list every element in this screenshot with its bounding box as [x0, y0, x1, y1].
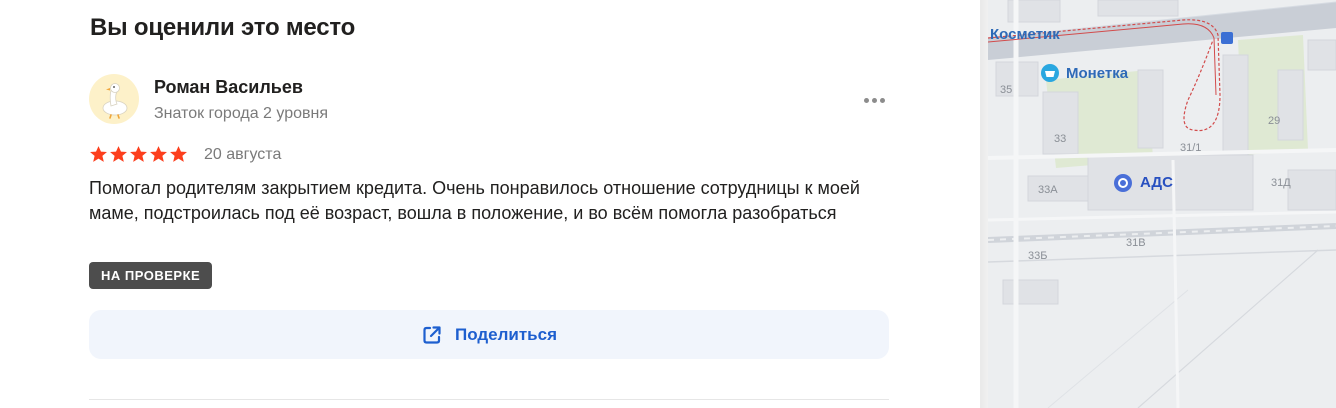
review-text: Помогал родителям закрытием кредита. Оче… — [89, 178, 860, 223]
map-canvas — [988, 0, 1336, 408]
house-number: 31В — [1126, 237, 1146, 249]
house-number: 33 — [1054, 133, 1067, 145]
house-number: 33А — [1038, 184, 1058, 196]
goose-avatar-icon[interactable] — [89, 74, 139, 124]
star-icon — [170, 146, 187, 162]
poi-label-kosmetik[interactable]: Косметик — [990, 26, 1060, 43]
more-dots-icon[interactable] — [858, 88, 890, 112]
house-number: 33Б — [1028, 250, 1048, 262]
section-title: Вы оценили это место — [90, 14, 356, 41]
share-button-label: Поделиться — [454, 324, 558, 344]
share-external-icon — [423, 325, 441, 344]
poi-label-ads[interactable]: АДС — [1140, 174, 1173, 191]
star-icon — [90, 146, 107, 162]
house-number: 35 — [1000, 84, 1013, 96]
status-badge: НА ПРОВЕРКЕ — [89, 262, 213, 289]
review-date: 20 августа — [204, 146, 282, 163]
poi-label-monetka[interactable]: Монетка — [1066, 65, 1128, 82]
map[interactable]: Косметик Монетка АДС 35 33 31/1 29 33А 3… — [988, 0, 1336, 408]
review-panel: Вы оценили это место Роман Васильев Знат… — [0, 0, 980, 408]
house-number: 29 — [1268, 115, 1281, 127]
divider — [89, 399, 889, 400]
star-icon — [150, 146, 167, 162]
star-icon — [130, 146, 147, 162]
house-number: 31Д — [1271, 177, 1291, 189]
author-name[interactable]: Роман Васильев — [154, 77, 303, 98]
share-button[interactable]: Поделиться — [89, 310, 889, 359]
star-icon — [110, 146, 127, 162]
author-level: Знаток города 2 уровня — [154, 105, 329, 122]
page: Вы оценили это место Роман Васильев Знат… — [0, 0, 1336, 408]
rating-stars — [89, 145, 188, 164]
house-number: 31/1 — [1180, 142, 1202, 154]
